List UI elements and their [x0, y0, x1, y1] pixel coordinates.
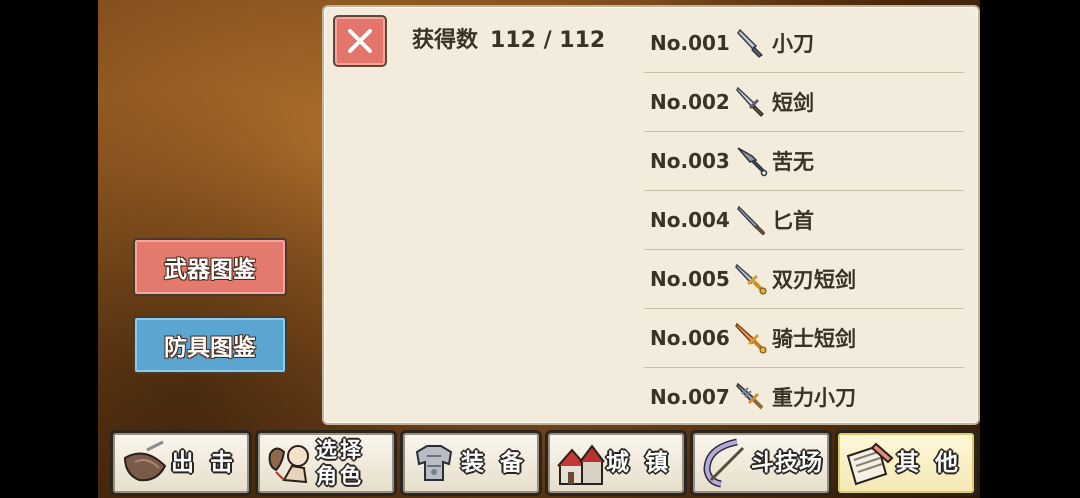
weapon-row[interactable]: No.006 骑士短剑 [644, 309, 964, 368]
weapon-name: 短剑 [772, 91, 814, 115]
town-icon [557, 444, 605, 485]
weapon-name: 重力小刀 [772, 386, 856, 410]
weapon-number: No.003 [650, 149, 730, 173]
short-sword-icon [736, 86, 764, 117]
count-value: 112 / 112 [490, 28, 606, 53]
weapon-list[interactable]: No.001 小刀 No.002 短剑 No.003 苦无 No.004 匕首 … [644, 14, 964, 426]
nav-equipment-button[interactable]: 装 备 [400, 430, 542, 496]
twin-blade-icon [735, 263, 767, 295]
other-icon [846, 442, 894, 486]
equipment-icon [415, 445, 453, 481]
weapon-number: No.004 [650, 208, 730, 232]
close-button[interactable] [333, 15, 387, 67]
character-select-icon [268, 445, 309, 484]
weapon-number: No.005 [650, 267, 730, 291]
nav-label: 其 他 [896, 450, 963, 476]
weapon-row[interactable]: No.005 双刃短剑 [644, 250, 964, 309]
knife-icon [737, 28, 763, 58]
armor-catalog-button[interactable]: 防具图鉴 [133, 316, 287, 374]
weapon-row[interactable]: No.004 匕首 [644, 191, 964, 250]
nav-town-button[interactable]: 城 镇 [545, 430, 687, 496]
weapon-number: No.002 [650, 90, 730, 114]
nav-other-button[interactable]: 其 他 [835, 430, 977, 496]
sortie-icon [123, 440, 167, 482]
nav-sortie-button[interactable]: 出 击 [110, 430, 252, 496]
gravity-knife-icon [736, 382, 764, 410]
weapon-name: 匕首 [772, 209, 814, 233]
count-label: 获得数 [412, 28, 479, 53]
weapon-number: No.006 [650, 326, 730, 350]
weapon-name: 小刀 [772, 32, 814, 56]
weapon-number: No.001 [650, 31, 730, 55]
weapon-row[interactable]: No.002 短剑 [644, 73, 964, 132]
weapon-row[interactable]: No.007 重力小刀 [644, 368, 964, 426]
knight-sword-icon [735, 322, 767, 354]
nav-label: 装 备 [461, 450, 528, 476]
nav-label-line1: 选择 [316, 438, 364, 462]
nav-character-select-button[interactable]: 选择 角色 [255, 430, 397, 496]
nav-arena-button[interactable]: 斗技场 [690, 430, 832, 496]
weapon-name: 骑士短剑 [772, 327, 856, 351]
nav-label: 选择 角色 [316, 437, 364, 489]
dagger-icon [737, 205, 765, 235]
nav-label: 斗技场 [751, 450, 823, 476]
nav-label: 出 击 [171, 450, 238, 476]
weapon-name: 苦无 [772, 150, 814, 174]
weapon-name: 双刃短剑 [772, 268, 856, 292]
nav-label: 城 镇 [606, 450, 673, 476]
close-x-icon [348, 29, 372, 53]
game-screen: 获得数 112 / 112 No.001 小刀 No.002 短剑 No.003 [0, 0, 1080, 498]
kunai-icon [737, 147, 768, 177]
weapon-row[interactable]: No.003 苦无 [644, 132, 964, 191]
weapon-catalog-button[interactable]: 武器图鉴 [133, 238, 287, 296]
arena-icon [703, 438, 745, 488]
nav-label-line2: 角色 [316, 464, 364, 488]
weapon-row[interactable]: No.001 小刀 [644, 14, 964, 73]
weapon-number: No.007 [650, 385, 730, 409]
collection-count: 获得数 112 / 112 [412, 22, 605, 54]
